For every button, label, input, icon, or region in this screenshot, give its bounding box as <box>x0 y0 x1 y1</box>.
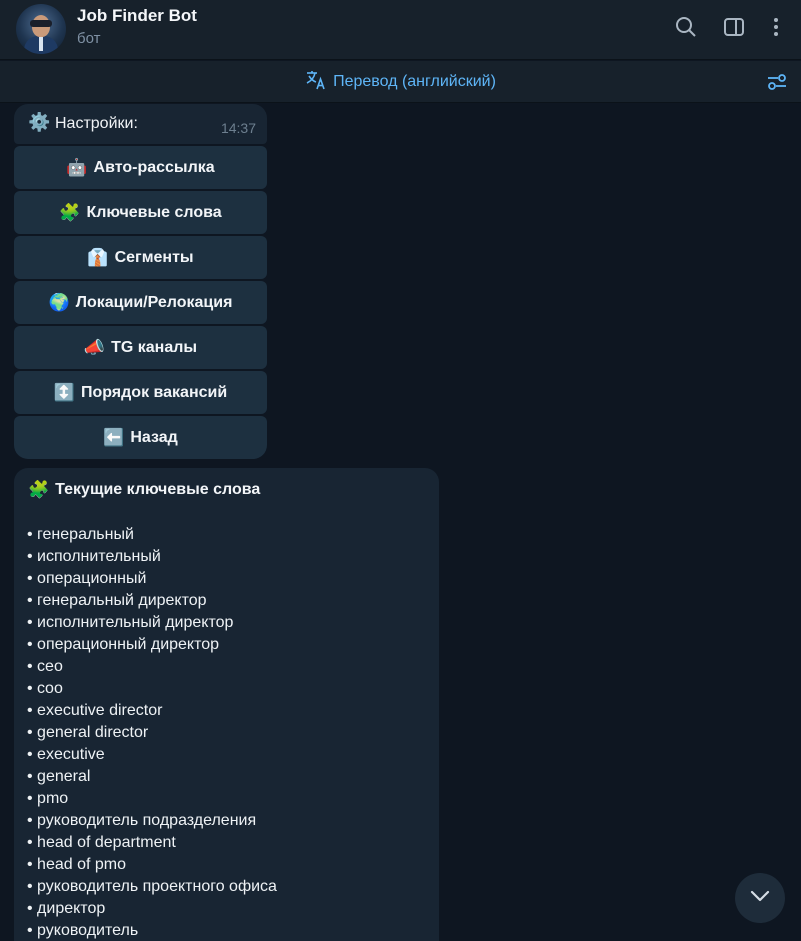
list-item: • coo <box>27 680 63 697</box>
necktie-icon: 👔 <box>87 247 109 267</box>
keywords-button[interactable]: 🧩 Ключевые слова <box>14 191 267 234</box>
list-item: • генеральный директор <box>27 592 207 609</box>
settings-sliders-icon[interactable] <box>765 70 789 94</box>
back-button[interactable]: ⬅️ Назад <box>14 416 267 459</box>
list-item: • руководитель проектного офиса <box>27 878 277 895</box>
chat-title[interactable]: Job Finder Bot <box>77 6 197 26</box>
vacancy-order-button[interactable]: ↕️ Порядок вакансий <box>14 371 267 414</box>
list-item: • general <box>27 768 91 785</box>
list-item: • head of pmo <box>27 856 126 873</box>
list-item: • executive director <box>27 702 163 719</box>
scroll-down-button[interactable] <box>735 873 785 923</box>
sidebar-panel-icon[interactable] <box>722 15 746 39</box>
list-item: • руководитель <box>27 922 139 939</box>
button-label: Локации/Релокация <box>75 293 233 311</box>
translate-label[interactable]: Перевод (английский) <box>333 73 496 91</box>
translate-icon <box>305 69 327 96</box>
button-label: Ключевые слова <box>86 203 222 221</box>
search-icon[interactable] <box>674 15 698 39</box>
button-label: Авто-рассылка <box>93 158 215 176</box>
tg-channels-button[interactable]: 📣 TG каналы <box>14 326 267 369</box>
megaphone-icon: 📣 <box>83 337 106 357</box>
bot-avatar[interactable] <box>16 4 66 54</box>
list-item: • исполнительный директор <box>27 614 234 631</box>
list-item: • ceo <box>27 658 63 675</box>
auto-mailing-button[interactable]: 🤖 Авто-рассылка <box>14 146 267 189</box>
list-item: • генеральный <box>27 526 134 543</box>
list-item: • pmo <box>27 790 69 807</box>
puzzle-icon: 🧩 <box>59 202 81 222</box>
settings-message: ⚙️ Настройки: 14:37 <box>14 104 267 144</box>
list-item: • исполнительный <box>27 548 161 565</box>
chevron-down-icon <box>747 883 773 914</box>
list-item: • операционный <box>27 570 147 587</box>
chat-header: Job Finder Bot бот <box>0 0 801 60</box>
locations-button[interactable]: 🌍 Локации/Релокация <box>14 281 267 324</box>
chat-subtitle: бот <box>77 30 101 47</box>
list-item: • директор <box>27 900 106 917</box>
list-item: • операционный директор <box>27 636 220 653</box>
robot-icon: 🤖 <box>66 157 88 177</box>
keywords-title: Текущие ключевые слова <box>55 481 261 498</box>
message-time: 14:37 <box>220 120 256 136</box>
puzzle-icon: 🧩 <box>28 480 50 499</box>
up-down-arrow-icon: ↕️ <box>53 382 75 402</box>
more-vertical-icon[interactable] <box>764 15 788 39</box>
keywords-message: 🧩 Текущие ключевые слова • генеральный •… <box>14 468 439 941</box>
list-item: • руководитель подразделения <box>27 812 257 829</box>
segments-button[interactable]: 👔 Сегменты <box>14 236 267 279</box>
list-item: • executive <box>27 746 105 763</box>
button-label: Порядок вакансий <box>80 383 228 401</box>
keywords-list: • генеральный • исполнительный • операци… <box>27 524 277 941</box>
button-label: Назад <box>130 428 178 446</box>
left-arrow-icon: ⬅️ <box>103 427 125 447</box>
gear-icon: ⚙️ <box>28 112 51 132</box>
list-item: • head of department <box>27 834 176 851</box>
list-item: • general director <box>27 724 149 741</box>
button-label: Сегменты <box>114 248 194 266</box>
settings-message-text: Настройки: <box>55 115 138 132</box>
translate-bar[interactable]: Перевод (английский) <box>0 61 801 103</box>
button-label: TG каналы <box>111 338 198 356</box>
globe-icon: 🌍 <box>48 292 70 312</box>
